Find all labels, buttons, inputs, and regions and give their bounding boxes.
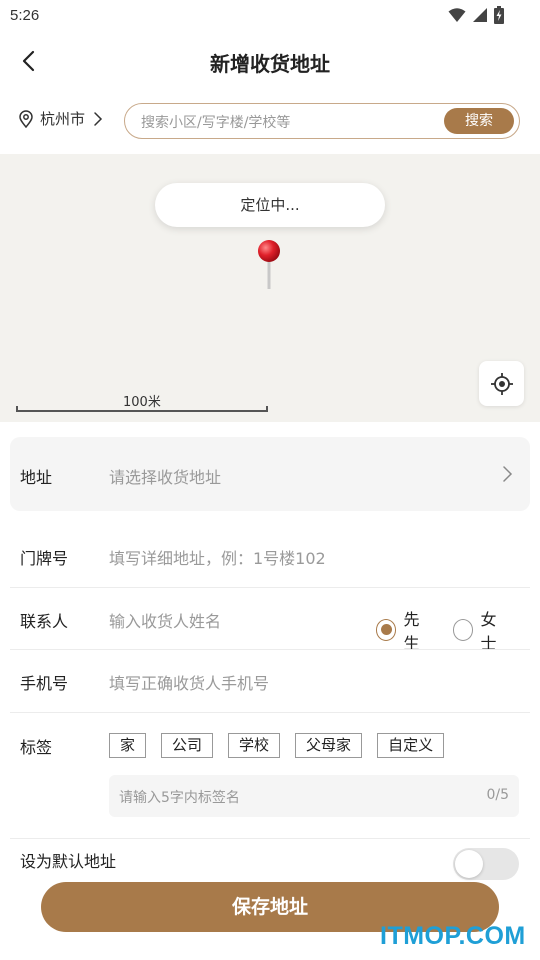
status-icons xyxy=(448,6,504,24)
chevron-right-icon xyxy=(94,111,103,126)
city-name: 杭州市 xyxy=(40,110,86,128)
page-title: 新增收货地址 xyxy=(210,52,330,76)
radio-mr[interactable] xyxy=(376,619,397,641)
phone-row: 手机号 填写正确收货人手机号 xyxy=(10,652,530,710)
default-address-row: 设为默认地址 xyxy=(10,840,530,880)
tag-parents-home[interactable]: 父母家 xyxy=(295,733,363,758)
door-number-label: 门牌号 xyxy=(20,549,69,568)
search-input[interactable]: 搜索小区/写字楼/学校等 搜索 xyxy=(124,103,520,139)
radio-ms-label[interactable]: 女士 xyxy=(480,606,510,654)
search-row: 杭州市 搜索小区/写字楼/学校等 搜索 xyxy=(0,100,540,142)
status-time: 5:26 xyxy=(10,7,40,24)
toggle-knob xyxy=(455,850,483,878)
tag-custom[interactable]: 自定义 xyxy=(377,733,445,758)
search-placeholder: 搜索小区/写字楼/学校等 xyxy=(141,115,291,131)
contact-label: 联系人 xyxy=(20,612,69,631)
tag-school[interactable]: 学校 xyxy=(228,733,281,758)
map-pin-icon xyxy=(258,240,280,289)
contact-row: 联系人 输入收货人姓名 先生 女士 xyxy=(10,590,530,653)
divider xyxy=(10,649,530,650)
divider xyxy=(10,838,530,839)
default-address-label: 设为默认地址 xyxy=(20,852,117,871)
tag-label: 标签 xyxy=(20,738,53,757)
city-selector[interactable]: 杭州市 xyxy=(18,108,105,129)
search-button[interactable]: 搜索 xyxy=(444,108,514,134)
custom-tag-input[interactable]: 请输入5字内标签名 0/5 xyxy=(109,775,519,817)
address-placeholder: 请选择收货地址 xyxy=(109,468,222,487)
location-pin-icon xyxy=(19,109,33,128)
radio-ms[interactable] xyxy=(453,619,474,641)
status-bar: 5:26 xyxy=(0,0,540,32)
door-number-input[interactable]: 填写详细地址，例：1号楼102 xyxy=(109,545,326,569)
chevron-right-icon xyxy=(503,466,513,482)
wifi-icon xyxy=(448,8,466,22)
map-view[interactable]: 定位中... 100米 xyxy=(0,154,540,422)
radio-mr-label[interactable]: 先生 xyxy=(403,606,433,654)
tag-row: 标签 家 公司 学校 父母家 自定义 请输入5字内标签名 0/5 xyxy=(10,716,530,834)
default-address-toggle[interactable] xyxy=(453,848,519,880)
custom-tag-placeholder: 请输入5字内标签名 xyxy=(119,790,240,806)
locate-me-button[interactable] xyxy=(479,361,524,406)
tag-home[interactable]: 家 xyxy=(109,733,147,758)
tag-options: 家 公司 学校 父母家 自定义 xyxy=(109,733,445,758)
watermark: ITMOP.COM xyxy=(380,922,526,950)
tag-char-counter: 0/5 xyxy=(486,787,509,803)
battery-icon xyxy=(494,6,504,24)
locating-status: 定位中... xyxy=(155,183,385,227)
tag-company[interactable]: 公司 xyxy=(161,733,214,758)
map-scale-bar xyxy=(16,406,268,412)
address-field[interactable]: 地址 请选择收货地址 xyxy=(10,437,530,511)
gender-radio-group: 先生 女士 xyxy=(376,606,530,654)
phone-label: 手机号 xyxy=(20,674,69,693)
door-number-row: 门牌号 填写详细地址，例：1号楼102 xyxy=(10,528,530,586)
divider xyxy=(10,712,530,713)
contact-name-input[interactable]: 输入收货人姓名 xyxy=(109,608,221,632)
phone-input[interactable]: 填写正确收货人手机号 xyxy=(109,670,269,694)
cell-signal-icon xyxy=(473,8,487,22)
crosshair-icon xyxy=(490,372,513,395)
address-label: 地址 xyxy=(20,468,53,487)
nav-bar: 新增收货地址 xyxy=(0,36,540,88)
divider xyxy=(10,587,530,588)
